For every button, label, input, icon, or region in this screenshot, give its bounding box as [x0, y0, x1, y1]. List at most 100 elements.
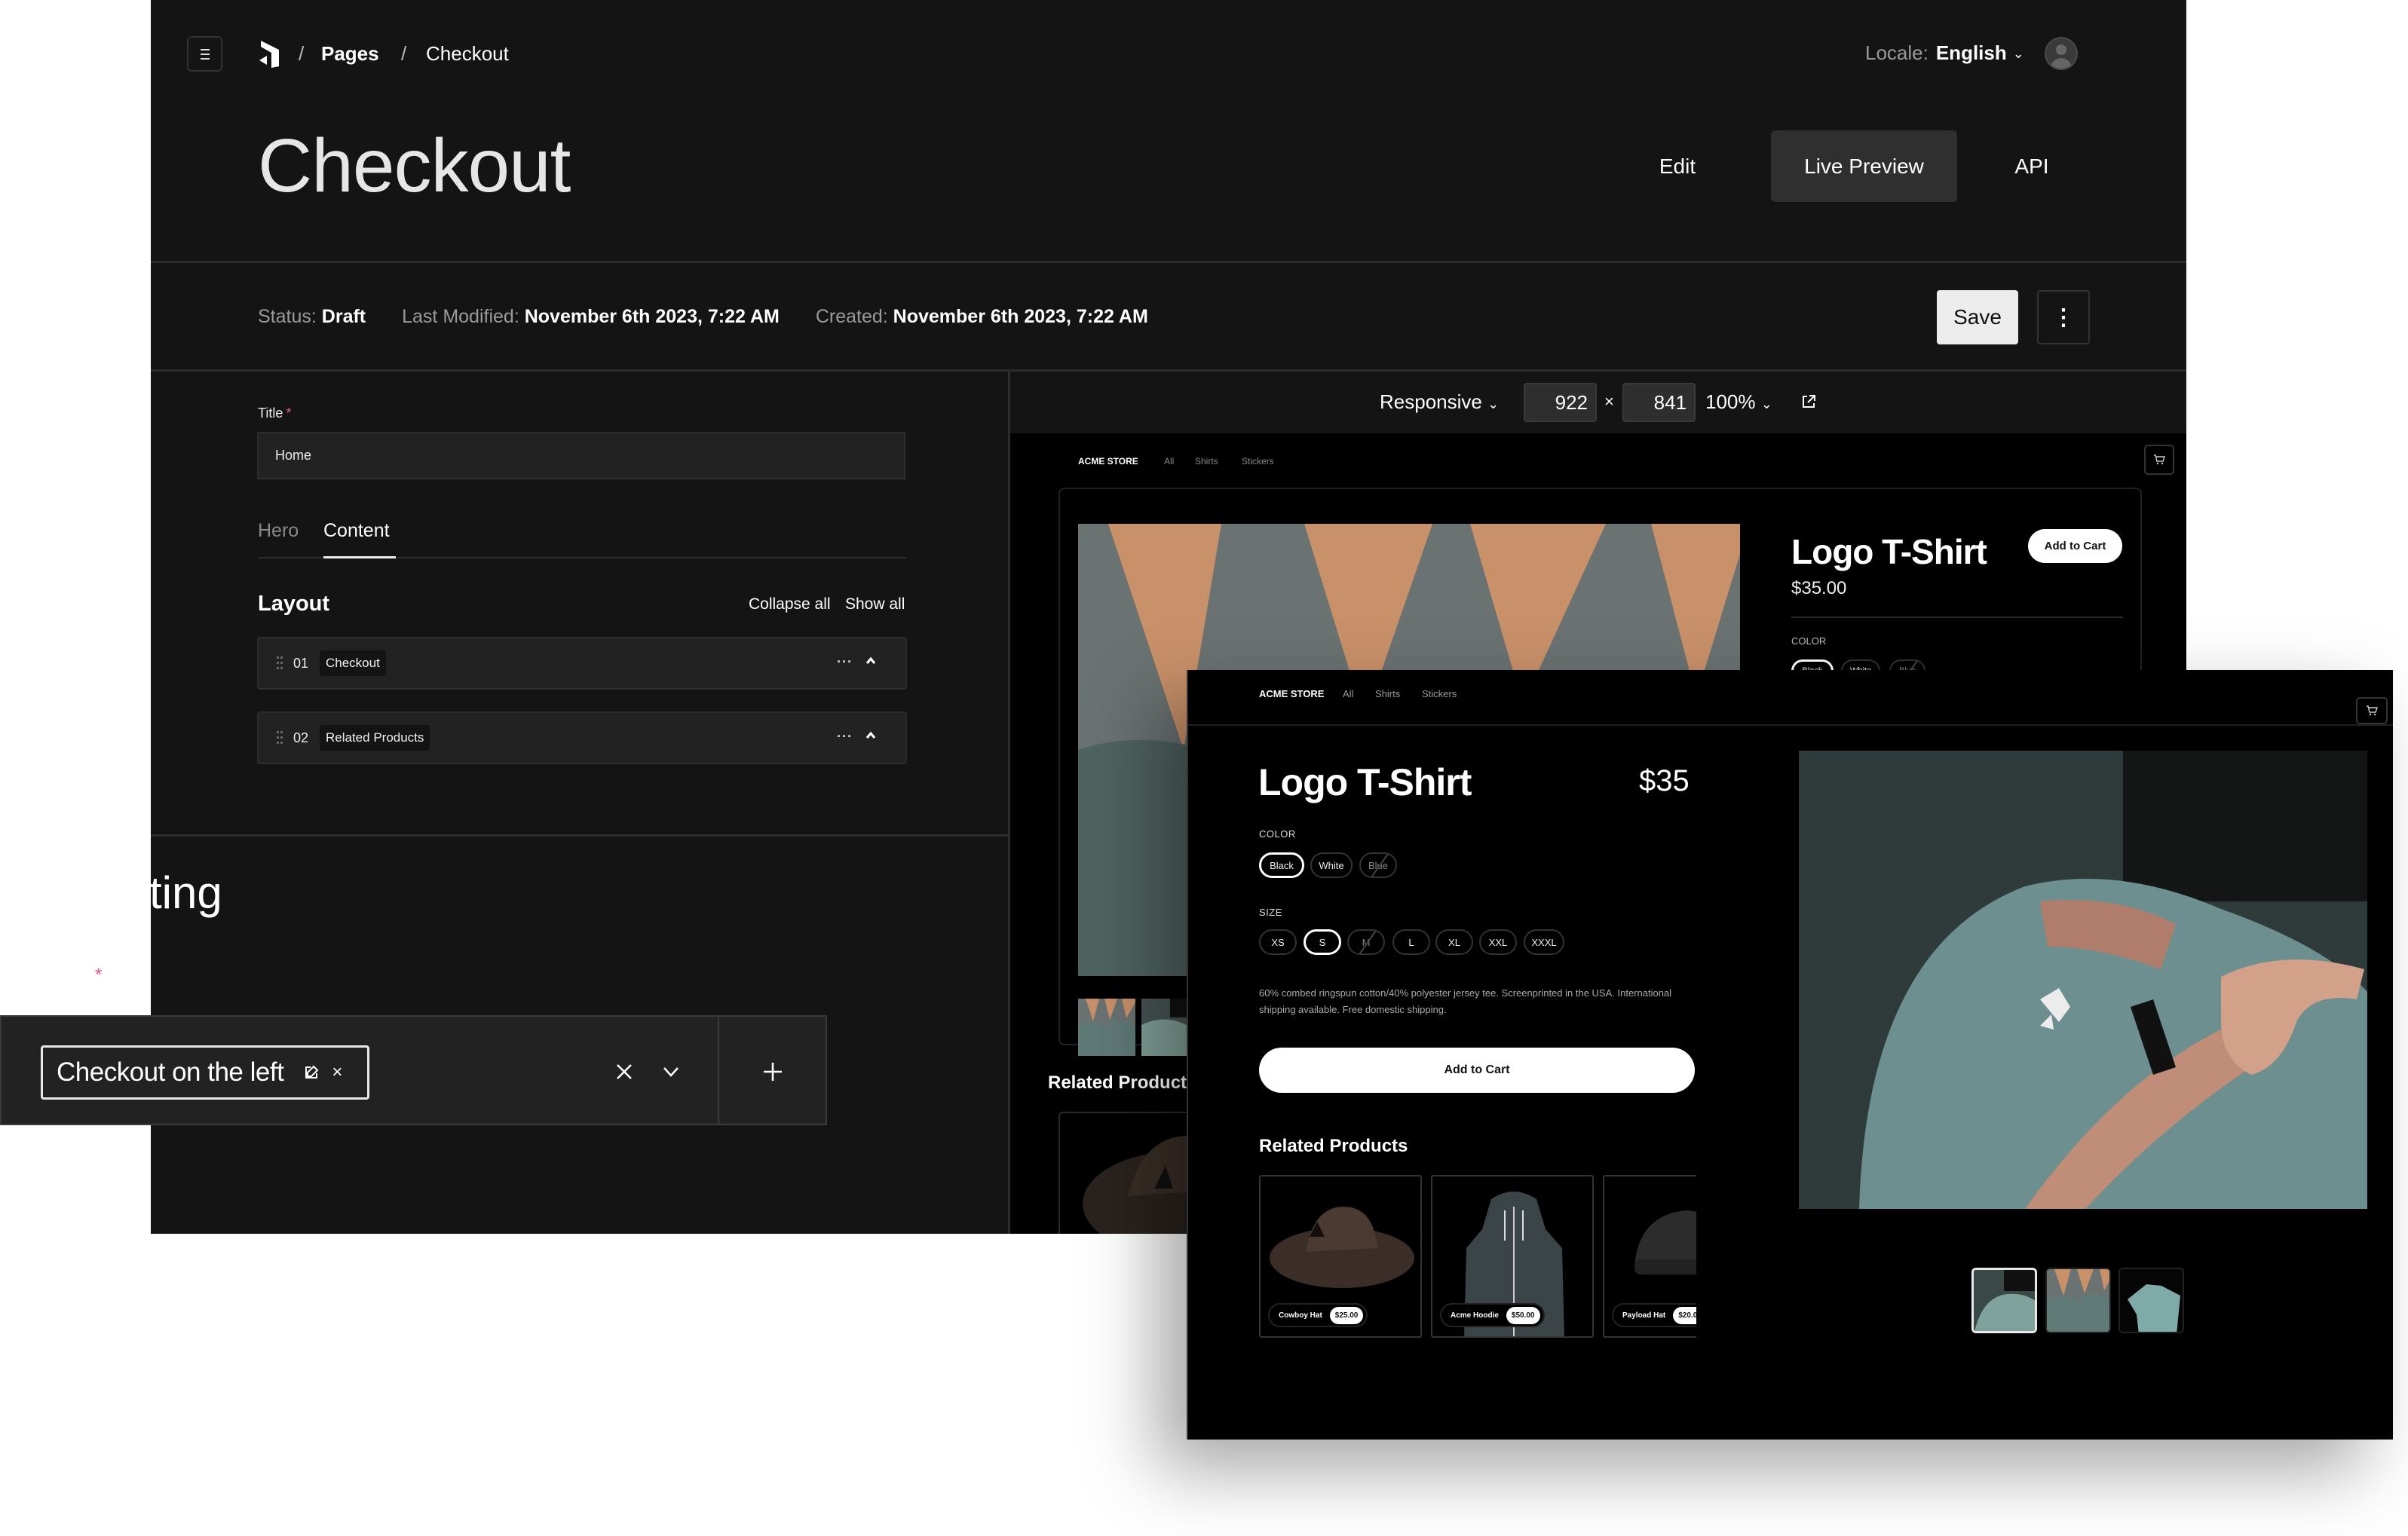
external-link-icon[interactable]	[1800, 393, 1817, 410]
chip-label: Checkout on the left	[57, 1057, 284, 1087]
locale-label: Locale:	[1865, 41, 1929, 64]
header-divider	[151, 261, 2186, 263]
avatar-head	[2056, 44, 2066, 55]
cart-button[interactable]	[2144, 445, 2174, 475]
preview-height-input[interactable]: 841	[1622, 383, 1696, 422]
gallery-thumbnail[interactable]	[1078, 999, 1135, 1056]
status-badge: Draft	[321, 306, 366, 327]
product-price: $35	[1639, 764, 1690, 797]
store-nav-shirts[interactable]: Shirts	[1195, 456, 1218, 467]
dropdown-toggle[interactable]	[657, 1051, 685, 1092]
document-meta: Status: Draft Last Modified: November 6t…	[258, 301, 1148, 332]
remove-chip-icon[interactable]: ×	[332, 1062, 342, 1083]
color-option-blue[interactable]: Blue	[1359, 852, 1397, 878]
more-options-button[interactable]: ⋮	[2037, 290, 2090, 344]
gallery-thumbnail[interactable]	[2118, 1268, 2184, 1333]
edit-icon[interactable]	[303, 1064, 320, 1081]
store-nav-all[interactable]: All	[1343, 688, 1353, 699]
tab-content[interactable]: Content	[323, 513, 390, 549]
device-select[interactable]: Responsive ⌄	[1380, 371, 1499, 435]
logo-icon[interactable]	[256, 39, 283, 68]
gallery-thumbnail[interactable]	[2045, 1268, 2111, 1333]
related-products-carousel: Cowboy Hat $25.00 Acme Hoodie $50.00 Paylo…	[1259, 1175, 1696, 1341]
section-heading: ting	[151, 867, 222, 918]
gallery-thumbnail-selected[interactable]	[1971, 1268, 2037, 1333]
color-option-black[interactable]: Black	[1259, 852, 1304, 878]
chevron-down-icon: ⌄	[2012, 46, 2024, 61]
close-icon	[617, 1064, 632, 1079]
related-product-card[interactable]: Acme Hoodie $50.00	[1431, 1175, 1594, 1338]
title-input[interactable]	[257, 432, 905, 479]
block-menu-icon[interactable]: ···	[837, 713, 853, 760]
add-relationship-button[interactable]	[755, 1051, 790, 1092]
size-option-xxxl[interactable]: XXXL	[1524, 929, 1564, 955]
store-nav-stickers[interactable]: Stickers	[1242, 456, 1274, 467]
clear-button[interactable]	[611, 1051, 638, 1092]
related-product-card[interactable]: Cowboy Hat $25.00	[1259, 1175, 1422, 1338]
relationship-field[interactable]: Checkout on the left ×	[0, 1015, 827, 1125]
store-nav-shirts[interactable]: Shirts	[1375, 688, 1400, 699]
collapse-all-button[interactable]: Collapse all	[749, 595, 831, 613]
model-photo	[1799, 751, 2367, 1209]
block-number: 02	[293, 730, 309, 745]
zoom-select[interactable]: 100% ⌄	[1705, 371, 1772, 435]
color-label: COLOR	[1791, 635, 1827, 647]
size-label: SIZE	[1259, 907, 1282, 918]
product-label: Acme Hoodie $50.00	[1440, 1303, 1545, 1327]
section-divider	[151, 834, 1008, 837]
block-menu-icon[interactable]: ···	[837, 638, 853, 685]
status-meta: Status: Draft	[258, 306, 366, 327]
user-avatar[interactable]	[2045, 37, 2078, 70]
preview-width-input[interactable]: 922	[1524, 383, 1597, 422]
store-nav-all[interactable]: All	[1164, 456, 1174, 467]
relationship-chip[interactable]: Checkout on the left ×	[41, 1045, 369, 1100]
last-modified-meta: Last Modified: November 6th 2023, 7:22 A…	[402, 306, 780, 327]
size-option-l[interactable]: L	[1392, 929, 1430, 955]
store-brand[interactable]: ACME STORE	[1259, 688, 1324, 699]
chevron-up-icon[interactable]	[865, 730, 877, 742]
block-type-label: Checkout	[320, 650, 386, 676]
related-product-card[interactable]: Payload Hat$20.00	[1603, 1175, 1696, 1338]
cart-icon	[2154, 454, 2165, 465]
product-label: Payload Hat$20.00	[1612, 1303, 1696, 1327]
cart-button[interactable]	[2356, 697, 2388, 724]
size-option-xs[interactable]: XS	[1259, 929, 1297, 955]
tab-edit[interactable]: Edit	[1628, 130, 1726, 202]
tab-hero[interactable]: Hero	[258, 513, 299, 549]
layout-block[interactable]: 02 Related Products ···	[257, 711, 907, 764]
chevron-up-icon[interactable]	[865, 655, 877, 667]
breadcrumb-pages[interactable]: Pages	[321, 39, 379, 68]
show-all-button[interactable]: Show all	[845, 595, 905, 613]
tab-api[interactable]: API	[1990, 130, 2073, 202]
bar-divider	[718, 1017, 719, 1124]
details-divider	[1791, 617, 2123, 618]
chevron-down-icon: ⌄	[1760, 396, 1772, 412]
layout-block[interactable]: 01 Checkout ···	[257, 637, 907, 690]
color-option-white[interactable]: White	[1310, 852, 1353, 878]
product-label: Cowboy Hat $25.00	[1268, 1303, 1368, 1327]
drag-handle-icon[interactable]	[277, 730, 283, 746]
add-to-cart-button[interactable]: Add to Cart	[2028, 529, 2122, 563]
add-to-cart-button[interactable]: Add to Cart	[1259, 1048, 1695, 1093]
active-tab-indicator	[323, 556, 396, 558]
drag-handle-icon[interactable]	[277, 655, 283, 672]
store-nav-stickers[interactable]: Stickers	[1422, 688, 1457, 699]
menu-button[interactable]	[187, 36, 222, 72]
size-option-xl[interactable]: XL	[1435, 929, 1473, 955]
cart-icon	[2367, 705, 2378, 716]
size-option-s[interactable]: S	[1304, 929, 1341, 955]
product-title: Logo T-Shirt	[1791, 532, 1987, 571]
block-type-label: Related Products	[320, 725, 430, 751]
store-brand[interactable]: ACME STORE	[1078, 456, 1138, 467]
page-title: Checkout	[258, 124, 571, 208]
related-products-heading: Related Products	[1048, 1072, 1197, 1093]
locale-selector[interactable]: Locale: English ⌄	[1865, 38, 2024, 69]
breadcrumb-separator: /	[299, 42, 305, 65]
size-option-m[interactable]: M	[1347, 929, 1385, 955]
tab-live-preview[interactable]: Live Preview	[1771, 130, 1957, 202]
product-description: 60% combed ringspun cotton/40% polyester…	[1259, 987, 1672, 1015]
product-title: Logo T-Shirt	[1258, 761, 1472, 803]
storefront-preview: ACME STORE All Shirts Stickers Logo T-Sh…	[1187, 670, 2393, 1440]
size-option-xxl[interactable]: XXL	[1479, 929, 1517, 955]
save-button[interactable]: Save	[1937, 290, 2018, 344]
